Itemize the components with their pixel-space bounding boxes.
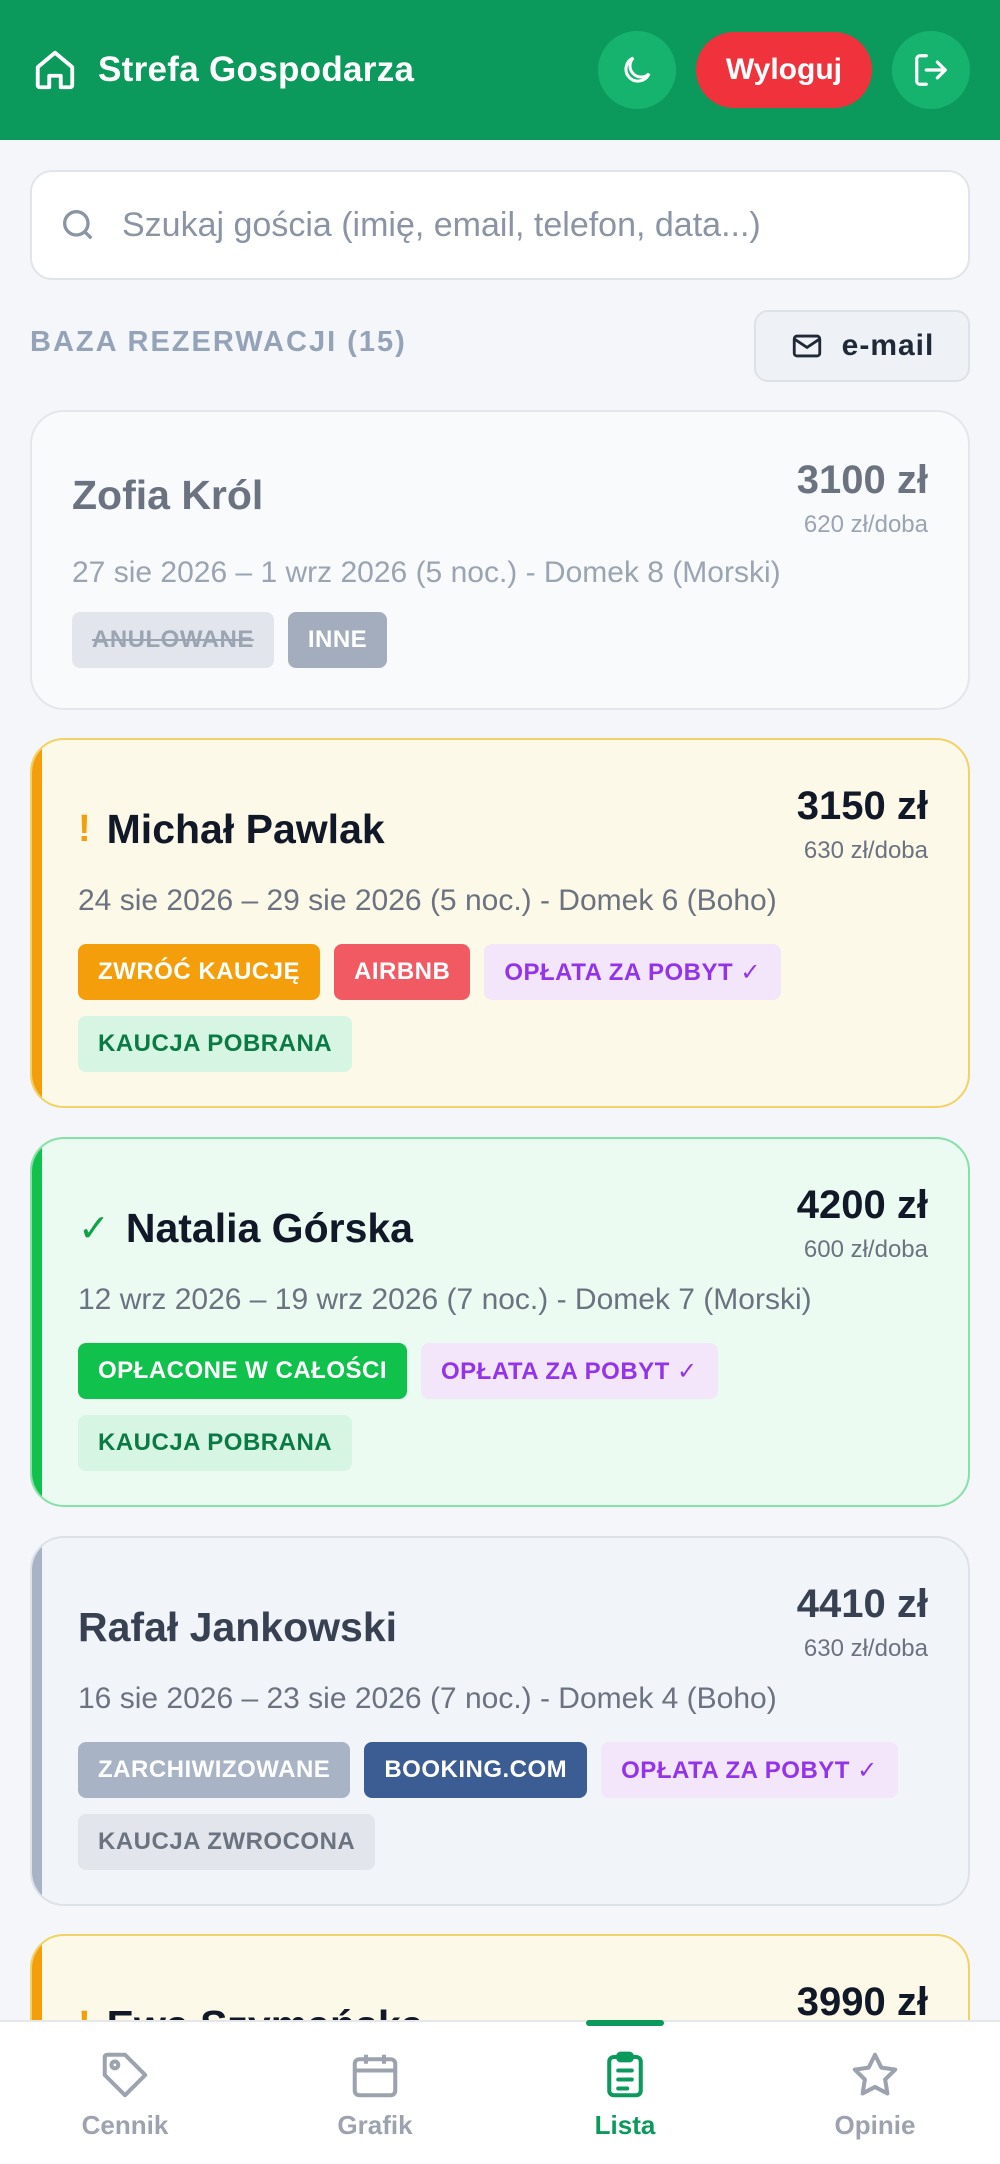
card-accent: [32, 740, 42, 1106]
mail-icon: [792, 334, 821, 358]
calendar-icon: [352, 2054, 398, 2098]
nav-item-opinie[interactable]: Opinie: [750, 2022, 1000, 2164]
stay-dates: 27 sie 2026 – 1 wrz 2026 (5 noc.) - Dome…: [72, 556, 781, 589]
total-price: 3150 zł: [796, 784, 928, 828]
stay-dates: 12 wrz 2026 – 19 wrz 2026 (7 noc.) - Dom…: [78, 1283, 812, 1316]
guest-name: Michał Pawlak: [106, 806, 385, 852]
stay-fee-badge: OPŁATA ZA POBYT ✓: [484, 944, 781, 1000]
dark-mode-toggle[interactable]: [597, 31, 676, 109]
search-input[interactable]: Szukaj gościa (imię, email, telefon, dat…: [30, 170, 970, 280]
total-price: 3100 zł: [796, 458, 928, 502]
reservation-card[interactable]: Rafał Jankowski 4410 zł 630 zł/doba 16 s…: [30, 1536, 970, 1906]
bottom-navigation: Cennik Grafik Lista Opinie: [0, 2020, 1000, 2164]
guest-name: Rafał Jankowski: [78, 1604, 398, 1650]
nav-item-lista[interactable]: Lista: [500, 2020, 750, 2164]
source-badge: BOOKING.COM: [364, 1742, 588, 1798]
card-accent: [32, 1139, 42, 1505]
total-price: 4200 zł: [796, 1183, 928, 1227]
logout-button[interactable]: Wyloguj: [695, 32, 872, 108]
guest-name-row: ✓ Natalia Górska: [78, 1205, 413, 1252]
stay-fee-badge: OPŁATA ZA POBYT ✓: [601, 1742, 898, 1798]
stay-dates: 24 sie 2026 – 29 sie 2026 (5 noc.) - Dom…: [78, 884, 777, 917]
clipboard-list-icon: [607, 2051, 643, 2098]
app-header: Strefa Gospodarza Wyloguj: [0, 0, 1000, 140]
nav-item-grafik[interactable]: Grafik: [250, 2022, 500, 2164]
stay-fee-badge: OPŁATA ZA POBYT ✓: [421, 1343, 718, 1399]
price-per-night: 620 zł/doba: [803, 511, 928, 538]
search-placeholder: Szukaj gościa (imię, email, telefon, dat…: [122, 205, 761, 244]
total-price: 4410 zł: [796, 1582, 928, 1626]
email-button-label: e-mail: [841, 329, 935, 362]
deposit-badge: KAUCJA POBRANA: [78, 1415, 353, 1471]
check-icon: ✓: [78, 1208, 110, 1250]
reservations-count-title: BAZA REZERWACJI (15): [30, 326, 407, 358]
guest-name: Natalia Górska: [125, 1205, 413, 1251]
guest-name: Zofia Król: [72, 472, 264, 518]
logout-icon-button[interactable]: [892, 31, 970, 109]
guest-name-row: ! Michał Pawlak: [78, 806, 385, 853]
email-button[interactable]: e-mail: [754, 310, 970, 382]
price-per-night: 600 zł/doba: [803, 1236, 928, 1263]
card-accent: [32, 1538, 42, 1904]
star-icon: [852, 2052, 898, 2096]
home-icon[interactable]: [30, 45, 80, 95]
reservation-card[interactable]: ✓ Natalia Górska 4200 zł 600 zł/doba 12 …: [30, 1137, 970, 1507]
total-price: 3990 zł: [796, 1980, 928, 2024]
source-badge: INNE: [287, 612, 388, 668]
deposit-return-badge: ZWRÓĆ KAUCJĘ: [78, 944, 320, 1000]
nav-label: Cennik: [81, 2110, 169, 2140]
source-badge: AIRBNB: [334, 944, 471, 1000]
price-per-night: 630 zł/doba: [803, 1635, 928, 1662]
logout-icon: [915, 54, 947, 86]
deposit-badge: KAUCJA POBRANA: [78, 1016, 353, 1072]
stay-dates: 16 sie 2026 – 23 sie 2026 (7 noc.) - Dom…: [78, 1682, 777, 1715]
nav-label: Grafik: [337, 2110, 413, 2140]
reservation-card[interactable]: Zofia Król 3100 zł 620 zł/doba 27 sie 20…: [30, 410, 970, 710]
nav-label: Lista: [594, 2110, 656, 2140]
search-icon: [63, 210, 93, 240]
nav-item-cennik[interactable]: Cennik: [0, 2022, 250, 2164]
alert-icon: !: [78, 808, 91, 850]
tag-icon: [102, 2052, 148, 2098]
deposit-badge: KAUCJA ZWROCONA: [78, 1814, 376, 1870]
price-per-night: 630 zł/doba: [803, 837, 928, 864]
payment-status-badge: OPŁACONE W CAŁOŚCI: [78, 1343, 407, 1399]
moon-icon: [624, 56, 651, 83]
status-badge: ZARCHIWIZOWANE: [78, 1742, 351, 1798]
app-title: Strefa Gospodarza: [98, 50, 415, 89]
nav-label: Opinie: [834, 2110, 916, 2140]
status-badge: ANULOWANE: [72, 612, 274, 668]
reservation-card[interactable]: ! Michał Pawlak 3150 zł 630 zł/doba 24 s…: [30, 738, 970, 1108]
